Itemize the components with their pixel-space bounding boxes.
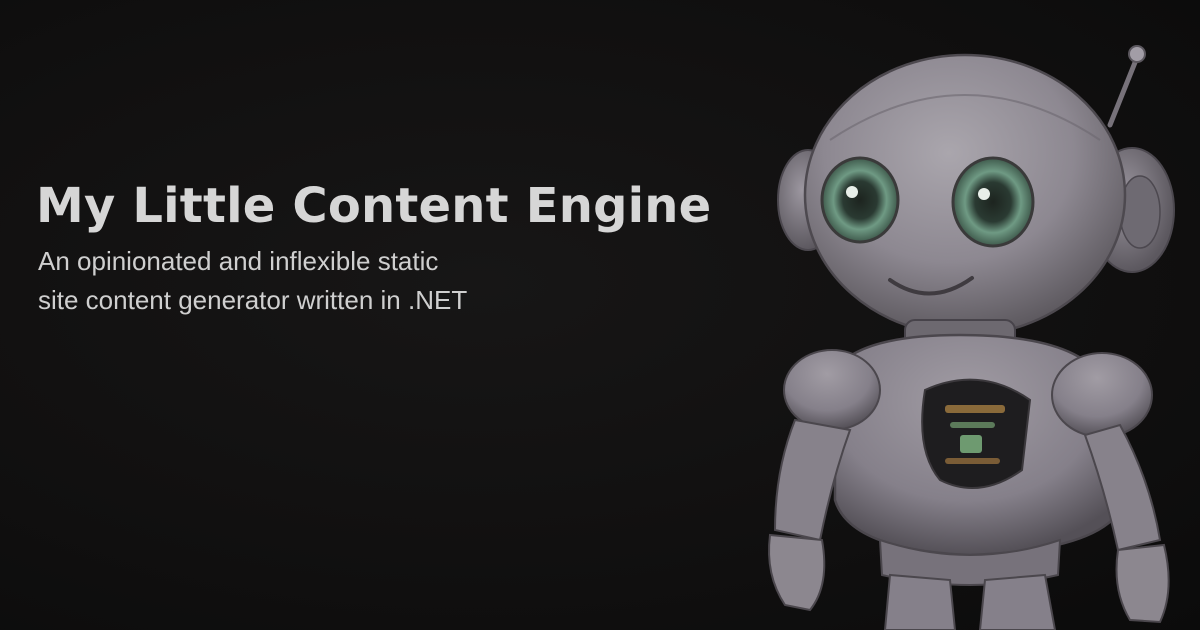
right-shoulder [1051,352,1153,438]
left-leg [883,573,957,630]
subtitle-line-1: An opinionated and inflexible static [38,246,439,276]
right-hand [1115,543,1170,624]
hero-banner: My Little Content Engine An opinionated … [0,0,1200,630]
left-shoulder [783,349,881,431]
subtitle-line-2: site content generator written in .NET [38,285,468,315]
left-hand [768,533,826,612]
page-title: My Little Content Engine [36,178,712,234]
right-leg [978,573,1057,630]
chest-panel [921,378,1032,489]
right-eye [951,156,1035,248]
antenna [1107,57,1139,128]
left-eye [820,156,900,244]
antenna-tip [1128,45,1146,63]
page-subtitle: An opinionated and inflexible static sit… [38,242,558,320]
robot-mascot-icon [768,45,1175,630]
